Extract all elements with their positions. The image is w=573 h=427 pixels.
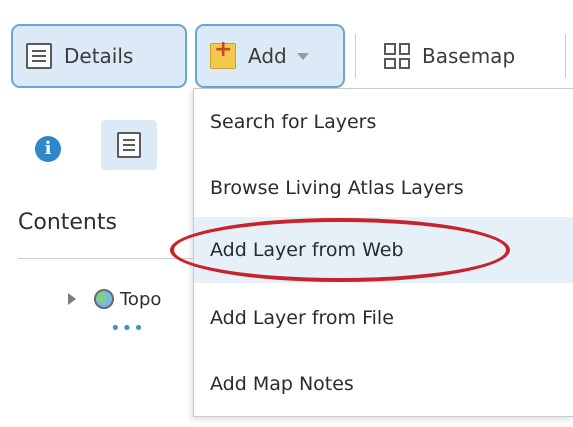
layer-name: Topo	[120, 288, 162, 310]
add-label: Add	[248, 44, 287, 68]
basemap-grid-icon	[384, 43, 410, 69]
menu-item-search-for-layers[interactable]: Search for Layers	[194, 89, 573, 155]
menu-item-add-layer-from-file[interactable]: Add Layer from File	[194, 285, 573, 351]
expand-triangle-icon[interactable]	[68, 293, 76, 305]
menu-item-add-map-notes[interactable]: Add Map Notes	[194, 351, 573, 417]
add-folder-icon	[210, 37, 236, 69]
basemap-label: Basemap	[422, 44, 516, 68]
contents-heading: Contents	[18, 210, 117, 235]
menu-item-browse-living-atlas[interactable]: Browse Living Atlas Layers	[194, 155, 573, 221]
contents-divider	[18, 258, 214, 259]
details-button[interactable]: Details	[11, 24, 187, 88]
layer-more-options[interactable]: •••	[110, 318, 145, 339]
details-panel-button[interactable]	[101, 120, 157, 170]
details-icon	[26, 43, 52, 69]
globe-icon	[94, 289, 114, 309]
layer-row-topo[interactable]: Topo	[68, 286, 161, 312]
details-icon	[117, 132, 141, 158]
toolbar-divider	[355, 34, 356, 78]
menu-item-add-layer-from-web[interactable]: Add Layer from Web	[194, 217, 573, 283]
toolbar-divider-right	[565, 34, 566, 78]
add-button[interactable]: Add	[195, 24, 345, 88]
toolbar: Details Add Basemap	[0, 0, 573, 90]
details-label: Details	[64, 44, 134, 68]
add-dropdown-menu: Search for Layers Browse Living Atlas La…	[193, 88, 573, 417]
chevron-down-icon	[296, 52, 309, 60]
basemap-button[interactable]: Basemap	[384, 24, 515, 88]
info-icon[interactable]: i	[35, 136, 61, 162]
